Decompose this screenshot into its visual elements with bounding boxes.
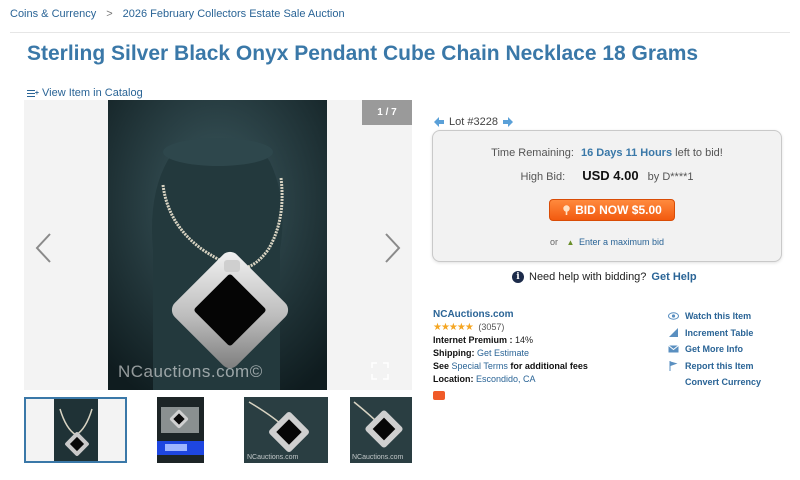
- share-icon[interactable]: [433, 391, 445, 400]
- seller-info: NCAuctions.com ★★★★★ (3057) Internet Pre…: [433, 308, 588, 404]
- arrow-left-icon: [434, 117, 444, 127]
- thumbnail-3[interactable]: NCauctions.com: [244, 397, 328, 463]
- special-terms-link[interactable]: Special Terms: [452, 361, 508, 371]
- increment-table-button[interactable]: Increment Table: [668, 325, 761, 342]
- report-item-label: Report this Item: [685, 360, 754, 371]
- terms-suffix: for additional fees: [510, 361, 588, 371]
- high-bid-amount: USD 4.00: [582, 168, 639, 183]
- bid-now-button[interactable]: BID NOW $5.00: [549, 199, 675, 221]
- shipping-label: Shipping:: [433, 348, 475, 358]
- info-icon: i: [512, 271, 524, 283]
- arrow-right-icon: [502, 117, 513, 127]
- help-text: Need help with bidding?: [529, 271, 647, 283]
- flag-icon: [668, 360, 679, 371]
- header-divider: [10, 32, 790, 33]
- chevron-right-icon: [385, 233, 401, 263]
- report-item-button[interactable]: Report this Item: [668, 358, 761, 375]
- seller-name[interactable]: NCAuctions.com: [433, 309, 514, 320]
- page-title: Sterling Silver Black Onyx Pendant Cube …: [27, 42, 699, 65]
- main-photo[interactable]: [108, 100, 327, 390]
- breadcrumb-auction[interactable]: 2026 February Collectors Estate Sale Auc…: [123, 8, 345, 20]
- high-bid-label: High Bid:: [520, 171, 566, 183]
- get-more-info-button[interactable]: Get More Info: [668, 341, 761, 358]
- time-remaining-label: Time Remaining:: [491, 147, 574, 159]
- next-lot-button[interactable]: [502, 117, 513, 127]
- gavel-icon: [563, 205, 570, 215]
- thumbnail-2[interactable]: [157, 397, 204, 463]
- photo-watermark: NCauctions.com©: [118, 362, 263, 381]
- chevron-left-icon: [35, 233, 51, 263]
- breadcrumb: Coins & Currency > 2026 February Collect…: [10, 8, 345, 20]
- envelope-icon: [668, 344, 679, 354]
- increment-icon: [668, 328, 679, 338]
- eye-icon: [668, 311, 679, 321]
- time-remaining: Time Remaining: 16 Days 11 Hours left to…: [433, 147, 781, 159]
- time-remaining-suffix: left to bid!: [675, 147, 723, 159]
- lot-navigation: Lot #3228: [434, 116, 513, 128]
- time-remaining-value: 16 Days 11 Hours: [580, 147, 673, 159]
- fullscreen-button[interactable]: [371, 362, 389, 380]
- premium-label: Internet Premium :: [433, 335, 513, 345]
- thumbnail-1[interactable]: [24, 397, 127, 463]
- high-bid: High Bid: USD 4.00 by D****1: [433, 168, 781, 183]
- convert-currency-label: Convert Currency: [685, 377, 762, 387]
- thumbnail-4-watermark: NCauctions.com: [352, 454, 404, 461]
- premium-value: 14%: [515, 335, 534, 345]
- location-label: Location:: [433, 374, 474, 384]
- thumbnail-3-watermark: NCauctions.com: [247, 454, 299, 461]
- up-arrow-icon: ▲: [566, 238, 575, 247]
- bid-now-label: BID NOW $5.00: [575, 203, 662, 217]
- high-bidder: by D****1: [647, 171, 694, 183]
- location-value[interactable]: Escondido, CA: [476, 374, 536, 384]
- view-catalog-link[interactable]: + View Item in Catalog: [27, 87, 143, 99]
- previous-image-button[interactable]: [34, 232, 54, 264]
- see-text: See: [433, 361, 450, 371]
- rating-stars: ★★★★★: [433, 322, 474, 333]
- image-gallery: 1 / 7 NCauctions.com©: [24, 100, 412, 390]
- expand-icon: [371, 362, 389, 380]
- previous-lot-button[interactable]: [434, 117, 444, 127]
- rating-count[interactable]: (3057): [478, 322, 504, 332]
- shipping-estimate-link[interactable]: Get Estimate: [477, 348, 529, 358]
- item-actions: Watch this Item Increment Table Get More…: [668, 308, 761, 391]
- lot-number: Lot #3228: [449, 116, 498, 128]
- bidding-help: i Need help with bidding? Get Help: [512, 271, 697, 283]
- breadcrumb-separator: >: [106, 8, 113, 20]
- watch-item-button[interactable]: Watch this Item: [668, 308, 761, 325]
- thumbnail-strip: NCauctions.com NCauctions.com: [24, 397, 414, 463]
- next-image-button[interactable]: [382, 232, 402, 264]
- max-bid-link[interactable]: Enter a maximum bid: [579, 237, 664, 247]
- thumbnail-4[interactable]: NCauctions.com: [350, 397, 412, 463]
- max-bid-row: or ▲ Enter a maximum bid: [433, 237, 781, 247]
- breadcrumb-coins-currency[interactable]: Coins & Currency: [10, 8, 96, 20]
- bid-panel: Time Remaining: 16 Days 11 Hours left to…: [432, 130, 782, 262]
- or-text: or: [550, 237, 559, 247]
- convert-currency-button[interactable]: Convert Currency: [668, 374, 761, 391]
- get-help-link[interactable]: Get Help: [651, 271, 696, 283]
- get-more-info-label: Get More Info: [685, 344, 743, 354]
- list-icon: +: [27, 89, 39, 98]
- view-catalog-label: View Item in Catalog: [42, 87, 143, 99]
- image-counter: 1 / 7: [362, 100, 412, 125]
- watch-item-label: Watch this Item: [685, 311, 752, 321]
- increment-table-label: Increment Table: [685, 327, 754, 338]
